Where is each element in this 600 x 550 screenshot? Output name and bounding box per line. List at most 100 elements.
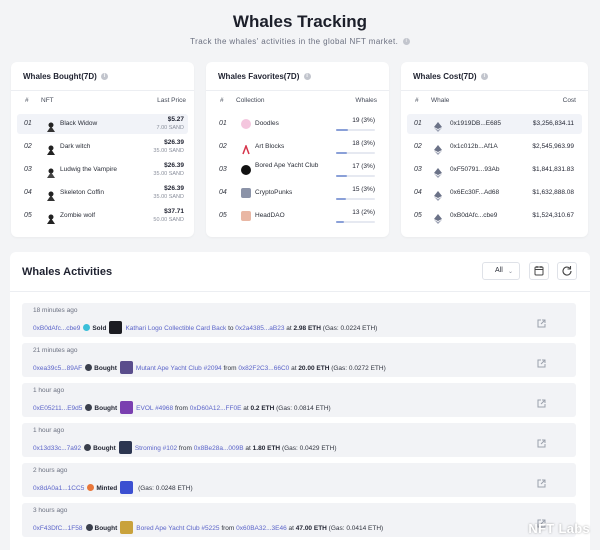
action-label: Bought [94,365,117,372]
bought-row[interactable]: 02 Dark witch $26.39 35.00 SAND [17,137,188,157]
counterparty-link[interactable]: 0x2a4385...aB23 [235,325,284,332]
activity-item[interactable]: 2 hours ago 0x8dA0a1...1CC5 Minted (Gas: … [22,463,576,497]
calendar-button[interactable] [529,262,549,280]
external-link-icon[interactable] [537,315,546,328]
nft-thumbnail-icon [120,401,134,414]
card-title: Whales Favorites(7D) i [218,72,311,81]
nft-name[interactable]: Zombie wolf [60,212,95,219]
rank: 02 [24,143,32,150]
whale-count: 15 (3%) [352,186,375,193]
rank: 05 [24,212,32,219]
counterparty-link[interactable]: 0xD60A12...FF0E [190,405,242,412]
at-word: at [288,525,294,532]
whale-address[interactable]: 0x6Ec30F...Ad68 [450,189,499,196]
favorite-row[interactable]: 05 HeadDAO 13 (2%) [212,206,383,226]
whale-address[interactable]: 0x1c012b...Af1A [450,143,498,150]
activity-item[interactable]: 21 minutes ago 0xea39c5...89AF Bought Muta… [22,343,576,377]
time-ago: 21 minutes ago [33,347,78,354]
activity-item[interactable]: 1 hour ago 0xE05211...E9d5 Bought EVOL #49… [22,383,576,417]
nft-link[interactable]: EVOL #4968 [136,405,173,412]
bought-row[interactable]: 04 Skeleton Coffin $26.39 35.00 SAND [17,183,188,203]
favorite-row[interactable]: 03 Bored Ape Yacht Club 17 (3%) [212,160,383,180]
favorite-row[interactable]: 04 CryptoPunks 15 (3%) [212,183,383,203]
external-link-icon[interactable] [537,435,546,448]
bought-row[interactable]: 01 Black Widow $5.27 7.00 SAND [17,114,188,134]
nft-link[interactable]: Mutant Ape Yacht Club #2094 [136,365,222,372]
divider [11,90,194,91]
wallet-link[interactable]: 0xE05211...E9d5 [33,405,82,412]
cost-row[interactable]: 05 0xB0dAfc...cbe9 $1,524,310.67 [407,206,582,226]
whale-address[interactable]: 0xF50791...93Ab [450,166,500,173]
price-sand: 35.00 SAND [153,194,184,200]
external-link-icon[interactable] [537,395,546,408]
counterparty-link[interactable]: 0x82F2C3...66C0 [238,365,289,372]
collection-name[interactable]: Doodles [255,120,279,127]
ethereum-icon [434,211,442,224]
collection-name[interactable]: CryptoPunks [255,189,292,196]
favorite-row[interactable]: 02 Art Blocks 18 (3%) [212,137,383,157]
time-ago: 2 hours ago [33,467,68,474]
cost-row[interactable]: 01 0x1919DB...E685 $3,256,834.11 [407,114,582,134]
nft-link[interactable]: Bored Ape Yacht Club #5225 [136,525,219,532]
nft-name[interactable]: Dark witch [60,143,90,150]
whale-address[interactable]: 0x1919DB...E685 [450,120,501,127]
collection-name[interactable]: Art Blocks [255,143,284,150]
subtitle-text: Track the whales' activities in the glob… [190,37,399,46]
headdao-logo-icon [241,211,251,221]
cost-row[interactable]: 02 0x1c012b...Af1A $2,545,963.99 [407,137,582,157]
info-icon[interactable]: i [402,38,410,46]
info-icon[interactable]: i [101,73,109,81]
nft-link[interactable]: Stroming #102 [135,445,177,452]
ethereum-icon [434,119,442,132]
external-link-icon[interactable] [537,355,546,368]
share-bar-fill [336,129,348,131]
nft-name[interactable]: Ludwig the Vampire [60,166,117,173]
wallet-link[interactable]: 0x13d33c...7a92 [33,445,81,452]
nft-name[interactable]: Black Widow [60,120,97,127]
rank: 04 [24,189,32,196]
counterparty-link[interactable]: 0x8Be28a...009B [194,445,244,452]
rank: 01 [414,120,422,127]
card-title: Whales Cost(7D) i [413,72,488,81]
collection-name[interactable]: Bored Ape Yacht Club [255,161,335,170]
info-icon[interactable]: i [303,73,311,81]
whale-cost: $3,256,834.11 [532,120,574,127]
nft-thumbnail-icon [46,119,56,132]
external-link-icon[interactable] [537,475,546,488]
bought-icon [84,444,92,451]
sold-icon [83,324,91,331]
bought-row[interactable]: 03 Ludwig the Vampire $26.39 35.00 SAND [17,160,188,180]
bought-row[interactable]: 05 Zombie wolf $37.71 50.00 SAND [17,206,188,226]
rank: 05 [219,212,227,219]
activity-item[interactable]: 3 hours ago 0xF43DfC...1F58 Bought Bored A… [22,503,576,537]
col-rank: # [25,97,29,104]
whale-address[interactable]: 0xB0dAfc...cbe9 [450,212,497,219]
whale-cost: $1,632,888.08 [532,189,574,196]
activity-item[interactable]: 1 hour ago 0x13d33c...7a92 Bought Stroming… [22,423,576,457]
amount: 1.80 ETH [252,445,281,452]
nft-link[interactable]: Kathari Logo Collectible Card Back [125,325,226,332]
nft-name[interactable]: Skeleton Coffin [60,189,104,196]
card-title-text: Whales Cost(7D) [413,72,477,81]
at-word: at [291,365,297,372]
whales-bought-card: Whales Bought(7D) i # NFT Last Price 01 … [11,62,194,237]
wallet-link[interactable]: 0x8dA0a1...1CC5 [33,485,84,492]
rank: 03 [24,166,32,173]
cost-row[interactable]: 04 0x6Ec30F...Ad68 $1,632,888.08 [407,183,582,203]
cost-row[interactable]: 03 0xF50791...93Ab $1,841,831.83 [407,160,582,180]
direction-word: to [228,325,234,332]
wallet-link[interactable]: 0xB0dAfc...cbe9 [33,325,80,332]
filter-dropdown[interactable]: All ⌄ [482,262,520,280]
share-bar-fill [336,152,348,154]
wallet-link[interactable]: 0xF43DfC...1F58 [33,525,83,532]
favorite-row[interactable]: 01 Doodles 19 (3%) [212,114,383,134]
collection-name[interactable]: HeadDAO [255,212,285,219]
refresh-button[interactable] [557,262,577,280]
card-title-text: Whales Bought(7D) [23,72,97,81]
chevron-down-icon: ⌄ [507,269,513,275]
col-cost: Cost [562,97,576,104]
info-icon[interactable]: i [480,73,488,81]
activity-item[interactable]: 18 minutes ago 0xB0dAfc...cbe9 Sold Kathar… [22,303,576,337]
counterparty-link[interactable]: 0x60BA32...3E46 [236,525,287,532]
wallet-link[interactable]: 0xea39c5...89AF [33,365,82,372]
